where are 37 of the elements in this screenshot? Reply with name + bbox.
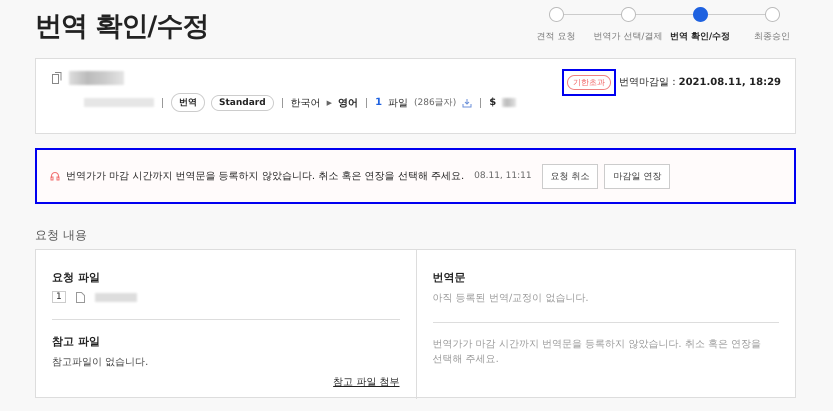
tag: Standard [211, 94, 274, 110]
step-label: 번역 확인/수정 [670, 31, 730, 43]
file-count: 1 [375, 97, 382, 108]
tag: 번역 [171, 93, 205, 112]
file-label: 파일 [388, 96, 408, 110]
target-language: 영어 [338, 96, 358, 110]
deadline: 2021.08.11, 18:29 [678, 76, 781, 88]
alert-time: 08.11, 11:11 [474, 171, 532, 181]
translation-title: 번역문 [432, 270, 466, 285]
reference-files-title: 참고 파일 [52, 334, 101, 349]
source-language: 한국어 [290, 96, 321, 110]
empty-text: 아직 등록된 번역/교정이 없습니다. [432, 292, 590, 306]
redacted-title [69, 71, 124, 85]
redacted-amount [502, 98, 516, 107]
redacted-filename [94, 292, 137, 302]
empty-text: 참고파일이 없습니다. [52, 356, 150, 369]
redacted-text [84, 98, 154, 107]
section-title: 요청 내용 [35, 227, 88, 244]
alert-message: 번역가가 마감 시간까지 번역문을 등록하지 않았습니다. 취소 혹은 연장을 선택해 주세요. [66, 170, 464, 183]
deadline-label: 번역마감일 : [619, 76, 676, 89]
download-icon[interactable] [462, 98, 472, 108]
attach-link[interactable]: 참고 파일 첨부 [333, 375, 400, 389]
document-icon [76, 292, 85, 302]
step-label: 견적 요청 [536, 31, 576, 43]
step-label: 번역가 선택/결제 [594, 31, 662, 43]
char-count: (286글자) [414, 97, 456, 109]
notice-text: 번역가가 마감 시간까지 번역문을 등록하지 않았습니다. 취소 혹은 연장을 선택해 주세요. [432, 338, 762, 367]
page-title: 번역 확인/수정 [35, 10, 208, 44]
documents-icon [52, 72, 63, 84]
currency: $ [489, 97, 496, 108]
file-index: 1 [52, 291, 66, 303]
overdue-badge: 기한초과 [567, 74, 612, 90]
action-button[interactable]: 요청 취소 [542, 164, 598, 188]
headset-icon [50, 171, 60, 181]
step-label: 최종승인 [754, 31, 790, 43]
request-files-title: 요청 파일 [52, 270, 101, 285]
action-button[interactable]: 마감일 연장 [604, 164, 670, 188]
